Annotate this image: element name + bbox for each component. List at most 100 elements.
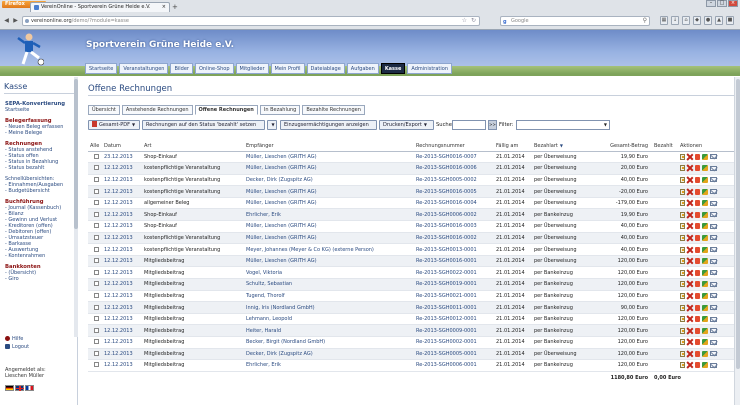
payment-icon[interactable] [702, 350, 708, 357]
sidebar-link[interactable]: - Meine Belege [5, 130, 75, 136]
mail-icon[interactable] [710, 281, 717, 287]
col-type[interactable]: Art [142, 142, 244, 152]
tab-open[interactable]: Offene Rechnungen [194, 105, 258, 115]
col-recipient[interactable]: Empfänger [244, 142, 414, 152]
addon-icon[interactable]: ● [704, 16, 712, 25]
row-checkbox[interactable] [94, 350, 99, 356]
delete-icon[interactable] [687, 154, 693, 160]
maximize-icon[interactable]: □ [717, 0, 727, 7]
row-checkbox[interactable] [94, 188, 99, 194]
mail-icon[interactable] [710, 258, 717, 264]
invoice-number[interactable]: Re-2013-SGH0016-0006 [414, 162, 494, 175]
payment-icon[interactable] [702, 327, 708, 334]
delete-icon[interactable] [687, 270, 693, 276]
invoice-date[interactable]: 12.12.2013 [102, 290, 142, 303]
french-flag-icon[interactable] [25, 385, 34, 391]
pdf-icon[interactable] [695, 350, 700, 357]
invoice-recipient[interactable]: Becker, Birgit (Nordland GmbH) [244, 336, 414, 349]
delete-icon[interactable] [687, 305, 693, 311]
delete-icon[interactable] [687, 235, 693, 241]
sidebar-scrollbar[interactable] [74, 77, 78, 337]
payment-icon[interactable] [702, 362, 708, 369]
nav-administration[interactable]: Administration [407, 63, 452, 74]
tab-in-payment[interactable]: In Bezahlung [259, 105, 301, 115]
edit-icon[interactable] [680, 292, 685, 299]
invoice-date[interactable]: 12.12.2013 [102, 359, 142, 372]
search-bar[interactable]: g Google ⚲ [500, 16, 650, 26]
mail-icon[interactable] [710, 339, 717, 345]
pdf-icon[interactable] [695, 339, 700, 346]
mail-icon[interactable] [710, 362, 717, 368]
invoice-date[interactable]: 12.12.2013 [102, 348, 142, 361]
invoice-date[interactable]: 12.12.2013 [102, 197, 142, 210]
delete-icon[interactable] [687, 281, 693, 287]
invoice-number[interactable]: Re-2013-SGH0021-0001 [414, 290, 494, 303]
mail-icon[interactable] [710, 154, 717, 160]
pdf-icon[interactable] [695, 316, 700, 323]
mail-icon[interactable] [710, 351, 717, 357]
sidebar-link[interactable]: - Kontenrahmen [5, 253, 75, 259]
row-checkbox[interactable] [94, 176, 99, 182]
nav-veranstaltungen[interactable]: Veranstaltungen [119, 63, 169, 74]
pdf-icon[interactable] [695, 362, 700, 369]
invoice-date[interactable]: 23.12.2013 [102, 151, 142, 164]
pdf-icon[interactable] [695, 165, 700, 172]
delete-icon[interactable] [687, 362, 693, 368]
row-checkbox[interactable] [94, 281, 99, 287]
col-invoice-number[interactable]: Rechnungsnummer [414, 142, 494, 152]
invoice-recipient[interactable]: Ehrlicher, Erik [244, 208, 414, 222]
status-dropdown[interactable]: ▼ [267, 120, 277, 130]
close-window-icon[interactable]: × [728, 0, 738, 7]
pdf-icon[interactable] [695, 188, 700, 195]
invoice-recipient[interactable]: Müller, Lieschen (GRITH AG) [244, 232, 414, 245]
invoice-date[interactable]: 12.12.2013 [102, 220, 142, 233]
invoice-date[interactable]: 12.12.2013 [102, 255, 142, 268]
scrollbar-thumb[interactable] [736, 79, 740, 369]
invoice-recipient[interactable]: Müller, Lieschen (GRITH AG) [244, 151, 414, 164]
invoice-number[interactable]: Re-2013-SGH0006-0001 [414, 359, 494, 372]
sidebar-link[interactable]: - Budgetübersicht [5, 188, 75, 194]
invoice-number[interactable]: Re-2013-SGH0019-0001 [414, 278, 494, 291]
page-scrollbar[interactable] [734, 77, 740, 405]
invoice-recipient[interactable]: Ehrlicher, Erik [244, 359, 414, 372]
invoice-date[interactable]: 12.12.2013 [102, 185, 142, 198]
bookmarks-icon[interactable]: ▦ [660, 16, 668, 25]
mail-icon[interactable] [710, 177, 717, 183]
home-icon[interactable]: ⌂ [682, 16, 690, 25]
invoice-recipient[interactable]: Müller, Lieschen (GRITH AG) [244, 255, 414, 268]
edit-icon[interactable] [680, 350, 685, 357]
row-checkbox[interactable] [94, 200, 99, 206]
mail-icon[interactable] [710, 305, 717, 311]
pdf-icon[interactable] [695, 258, 700, 265]
invoice-number[interactable]: Re-2013-SGH0009-0001 [414, 324, 494, 337]
payment-icon[interactable] [702, 258, 708, 265]
delete-icon[interactable] [687, 258, 693, 264]
mail-icon[interactable] [710, 293, 717, 299]
pdf-icon[interactable] [695, 327, 700, 334]
invoice-recipient[interactable]: Müller, Lieschen (GRITH AG) [244, 185, 414, 198]
nav-mitglieder[interactable]: Mitglieder [235, 63, 269, 74]
pdf-icon[interactable] [695, 200, 700, 207]
mail-icon[interactable] [710, 200, 717, 206]
tab-paid[interactable]: Bezahlte Rechnungen [302, 105, 365, 115]
invoice-number[interactable]: Re-2013-SGH0011-0001 [414, 301, 494, 314]
tab-pending[interactable]: Anstehende Rechnungen [121, 105, 193, 115]
row-checkbox[interactable] [94, 223, 99, 229]
invoice-number[interactable]: Re-2013-SGH0002-0001 [414, 336, 494, 349]
payment-icon[interactable] [702, 304, 708, 311]
mail-icon[interactable] [710, 328, 717, 334]
pdf-icon[interactable] [695, 292, 700, 299]
edit-icon[interactable] [680, 269, 685, 276]
nav-dateiablage[interactable]: Dateiablage [306, 63, 345, 74]
col-select-all[interactable]: Alle [88, 142, 102, 152]
nav-aufgaben[interactable]: Aufgaben [346, 63, 379, 74]
addon-icon[interactable]: ■ [726, 16, 734, 25]
mail-icon[interactable] [710, 165, 717, 171]
set-paid-button[interactable]: Rechnungen auf den Status 'bezahlt' setz… [142, 120, 265, 130]
invoice-recipient[interactable]: Meyer, Johannes (Meyer & Co KG) (externe… [244, 243, 414, 256]
edit-icon[interactable] [680, 188, 685, 195]
search-input[interactable] [452, 120, 486, 130]
invoice-date[interactable]: 12.12.2013 [102, 301, 142, 314]
edit-icon[interactable] [680, 200, 685, 207]
bookmark-star-icon[interactable]: ☆ [462, 17, 467, 25]
